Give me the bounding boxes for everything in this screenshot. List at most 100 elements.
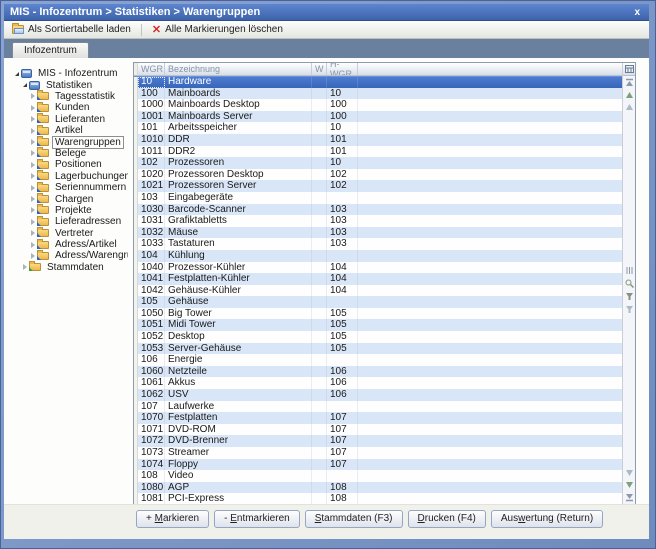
expand-arrow-icon[interactable] xyxy=(28,162,37,168)
cell-wgr: 1032 xyxy=(138,227,165,239)
cell-filler xyxy=(358,146,622,158)
table-row[interactable]: 1073Streamer107 xyxy=(134,447,622,459)
table-row[interactable]: 108Video xyxy=(134,470,622,482)
expand-arrow-icon[interactable] xyxy=(28,139,37,145)
scroll-to-top-icon[interactable] xyxy=(625,78,634,87)
cell-w xyxy=(312,180,327,192)
button-stammdaten-f3[interactable]: Stammdaten (F3) xyxy=(305,510,403,528)
table-row[interactable]: 1061Akkus106 xyxy=(134,377,622,389)
search-icon[interactable] xyxy=(625,279,634,288)
table-row[interactable]: 104Kühlung xyxy=(134,250,622,262)
expand-arrow-icon[interactable] xyxy=(28,242,37,248)
filter-edit-icon[interactable] xyxy=(625,305,634,314)
table-row[interactable]: 102Prozessoren10 xyxy=(134,157,622,169)
table-row[interactable]: 1080AGP108 xyxy=(134,482,622,494)
table-row[interactable]: 1000Mainboards Desktop100 xyxy=(134,99,622,111)
button-drucken-f4[interactable]: Drucken (F4) xyxy=(408,510,486,528)
expand-arrow-icon[interactable] xyxy=(28,207,37,213)
table-row[interactable]: 1071DVD-ROM107 xyxy=(134,424,622,436)
load-as-sort-table-button[interactable]: Als Sortiertabelle laden xyxy=(8,23,135,36)
table-row[interactable]: 1010DDR101 xyxy=(134,134,622,146)
expand-arrow-icon[interactable] xyxy=(28,128,37,134)
expand-arrow-icon[interactable] xyxy=(28,185,37,191)
table-row[interactable]: 1041Festplatten-Kühler104 xyxy=(134,273,622,285)
column-header-h-wgr[interactable]: H-WGR xyxy=(327,63,358,75)
table-row[interactable]: 1070Festplatten107 xyxy=(134,412,622,424)
table-row[interactable]: 103Eingabegeräte xyxy=(134,192,622,204)
table-row[interactable]: 106Energie xyxy=(134,354,622,366)
column-header-bezeichnung[interactable]: Bezeichnung xyxy=(165,63,312,75)
expand-arrow-icon[interactable] xyxy=(28,196,37,202)
table-row[interactable]: 1001Mainboards Server100 xyxy=(134,111,622,123)
table-row[interactable]: 1051Midi Tower105 xyxy=(134,319,622,331)
table-row[interactable]: 1053Server-Gehäuse105 xyxy=(134,343,622,355)
table-row[interactable]: 1072DVD-Brenner107 xyxy=(134,435,622,447)
table-row[interactable]: 101Arbeitsspeicher10 xyxy=(134,122,622,134)
page-down-icon[interactable] xyxy=(625,469,634,477)
table-row[interactable]: 1074Floppy107 xyxy=(134,459,622,471)
table-row[interactable]: 1030Barcode-Scanner103 xyxy=(134,204,622,216)
cell-bezeichnung: Prozessoren xyxy=(165,157,312,169)
expand-arrow-icon[interactable] xyxy=(28,93,37,99)
table-row[interactable]: 1033Tastaturen103 xyxy=(134,238,622,250)
cell-wgr: 102 xyxy=(138,157,165,169)
close-icon[interactable]: x xyxy=(631,7,643,18)
cell-wgr: 1020 xyxy=(138,169,165,181)
expand-arrow-icon[interactable] xyxy=(28,150,37,156)
expand-arrow-icon[interactable] xyxy=(28,219,37,225)
column-header-filler xyxy=(358,63,622,75)
cell-w xyxy=(312,99,327,111)
expand-arrow-icon[interactable] xyxy=(28,173,37,179)
expand-arrow-icon[interactable] xyxy=(28,253,37,259)
column-header-wgr[interactable]: WGR▼ xyxy=(138,63,165,75)
table-row[interactable]: 1032Mäuse103 xyxy=(134,227,622,239)
tree-item-stammdaten[interactable]: Stammdaten xyxy=(6,262,128,273)
folder-icon xyxy=(37,241,49,249)
table-row[interactable]: 1011DDR2101 xyxy=(134,146,622,158)
button-auswertung-return[interactable]: Auswertung (Return) xyxy=(491,510,603,528)
table-row[interactable]: 1052Desktop105 xyxy=(134,331,622,343)
expand-arrow-icon[interactable] xyxy=(28,116,37,122)
tab-infozentrum[interactable]: Infozentrum xyxy=(12,42,89,58)
collapse-arrow-icon[interactable] xyxy=(20,83,29,87)
position-indicator-icon[interactable] xyxy=(625,266,634,275)
cell-bezeichnung: Mainboards Server xyxy=(165,111,312,123)
table-row[interactable]: 105Gehäuse xyxy=(134,296,622,308)
table-row[interactable]: 10Hardware xyxy=(134,76,622,88)
cell-bezeichnung: Mainboards Desktop xyxy=(165,99,312,111)
load-as-sort-table-label: Als Sortiertabelle laden xyxy=(28,24,131,35)
button-markieren[interactable]: + Markieren xyxy=(136,510,209,528)
scroll-down-icon[interactable] xyxy=(625,481,634,489)
button-entmarkieren[interactable]: - Entmarkieren xyxy=(214,510,300,528)
cell-filler xyxy=(358,308,622,320)
table-row[interactable]: 1060Netzteile106 xyxy=(134,366,622,378)
expand-arrow-icon[interactable] xyxy=(28,105,37,111)
table-row[interactable]: 1062USV106 xyxy=(134,389,622,401)
column-header-w[interactable]: W xyxy=(312,63,327,75)
page-up-icon[interactable] xyxy=(625,103,634,111)
table-row[interactable]: 1021Prozessoren Server102 xyxy=(134,180,622,192)
cell-filler xyxy=(358,354,622,366)
clear-all-marks-button[interactable]: ✕ Alle Markierungen löschen xyxy=(148,23,287,36)
folder-icon xyxy=(37,115,49,123)
table-row[interactable]: 1031Grafiktabletts103 xyxy=(134,215,622,227)
table-row[interactable]: 100Mainboards10 xyxy=(134,88,622,100)
scroll-to-bottom-icon[interactable] xyxy=(625,493,634,502)
cell-w xyxy=(312,192,327,204)
table-row[interactable]: 1040Prozessor-Kühler104 xyxy=(134,262,622,274)
cell-h-wgr: 105 xyxy=(327,308,358,320)
cell-bezeichnung: Video xyxy=(165,470,312,482)
cell-wgr: 1040 xyxy=(138,262,165,274)
collapse-arrow-icon[interactable] xyxy=(12,72,21,76)
column-options-button[interactable] xyxy=(623,63,635,76)
table-row[interactable]: 1050Big Tower105 xyxy=(134,308,622,320)
cell-filler xyxy=(358,250,622,262)
expand-arrow-icon[interactable] xyxy=(28,230,37,236)
expand-arrow-icon[interactable] xyxy=(20,264,29,270)
table-row[interactable]: 107Laufwerke xyxy=(134,401,622,413)
folder-icon xyxy=(37,149,49,157)
table-row[interactable]: 1042Gehäuse-Kühler104 xyxy=(134,285,622,297)
scroll-up-icon[interactable] xyxy=(625,91,634,99)
table-row[interactable]: 1020Prozessoren Desktop102 xyxy=(134,169,622,181)
filter-icon[interactable] xyxy=(625,292,634,301)
